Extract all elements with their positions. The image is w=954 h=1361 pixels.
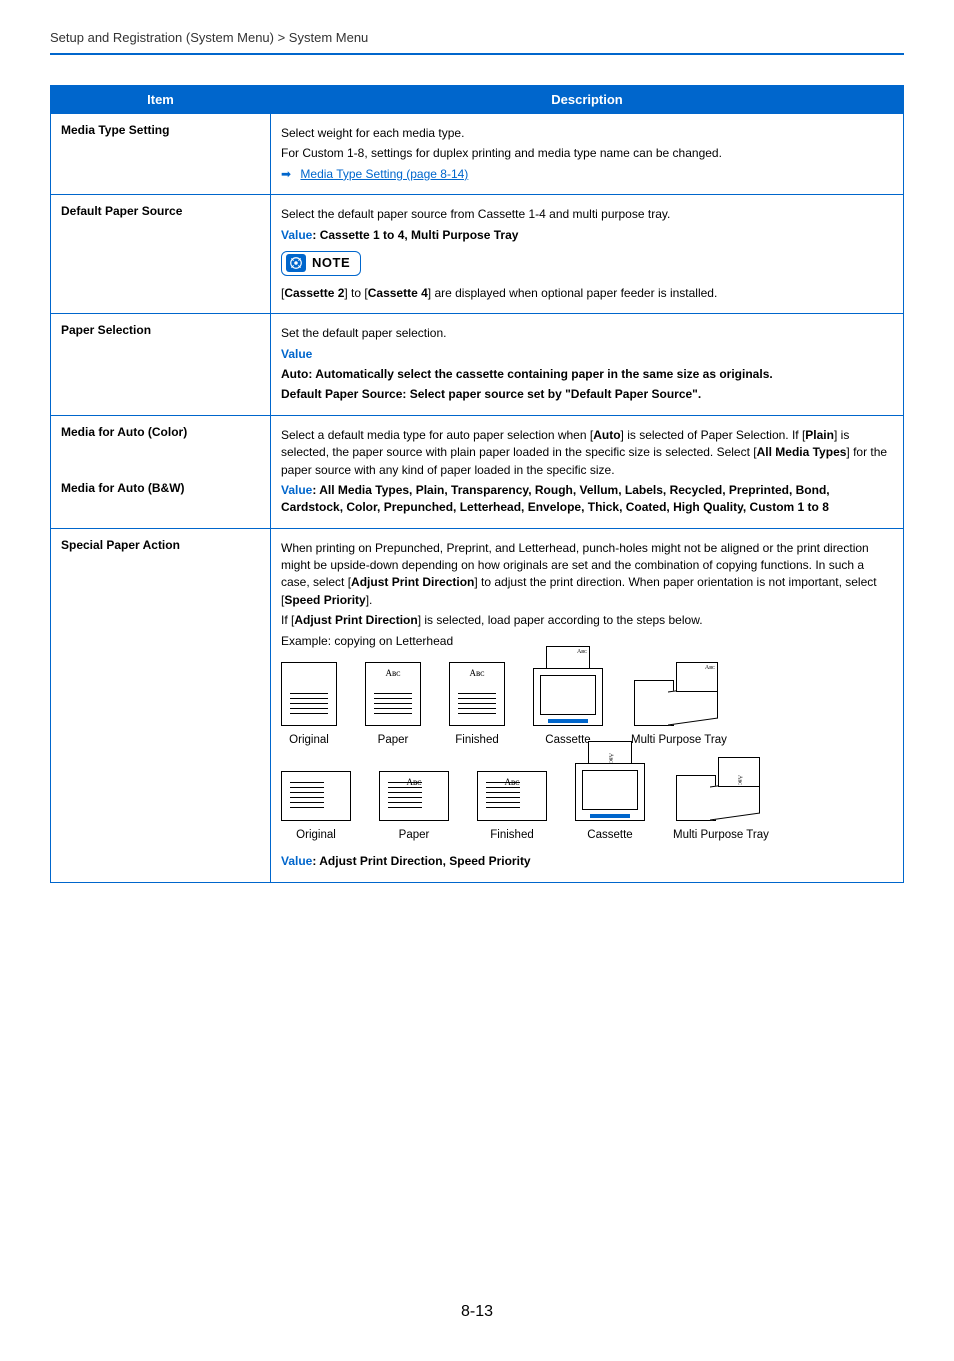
row-paper-selection: Paper Selection Set the default paper se…	[51, 314, 904, 416]
item-label: Media Type Setting	[51, 114, 271, 195]
value-label: Value	[281, 228, 312, 242]
breadcrumb: Setup and Registration (System Menu) > S…	[50, 30, 904, 53]
diagram-original: Original	[281, 662, 337, 749]
text: Select a default media type for auto pap…	[281, 427, 893, 479]
row-media-auto-color: Media for Auto (Color) Select a default …	[51, 415, 904, 471]
diagram-row-portrait: Original Aʙᴄ Paper Aʙᴄ Finished Aʙᴄ	[281, 662, 893, 749]
item-desc: Select weight for each media type. For C…	[271, 114, 904, 195]
text: Auto: Automatically select the cassette …	[281, 366, 893, 383]
row-default-paper-source: Default Paper Source Select the default …	[51, 195, 904, 314]
diagram-finished: Aʙᴄ Finished	[477, 771, 547, 844]
value-label: Value	[281, 483, 312, 497]
note-icon	[286, 254, 306, 272]
note-label: NOTE	[312, 254, 350, 273]
item-label: Media for Auto (B&W)	[51, 472, 271, 528]
text: When printing on Prepunched, Preprint, a…	[281, 540, 893, 610]
diagram-mptray: Aʙᴄ Multi Purpose Tray	[673, 761, 769, 844]
diagram-mptray: Aʙᴄ Multi Purpose Tray	[631, 666, 727, 749]
item-label: Paper Selection	[51, 314, 271, 416]
text: Default Paper Source: Select paper sourc…	[281, 386, 893, 403]
header-description: Description	[271, 86, 904, 114]
row-media-type-setting: Media Type Setting Select weight for eac…	[51, 114, 904, 195]
item-label: Special Paper Action	[51, 528, 271, 882]
header-rule	[50, 53, 904, 55]
value-text: : Adjust Print Direction, Speed Priority	[312, 854, 530, 868]
value-text: : Cassette 1 to 4, Multi Purpose Tray	[312, 228, 518, 242]
diagram-paper: Aʙᴄ Paper	[365, 662, 421, 749]
arrow-icon: ➡	[281, 167, 291, 181]
value-label: Value	[281, 854, 312, 868]
header-item: Item	[51, 86, 271, 114]
settings-table: Item Description Media Type Setting Sele…	[50, 85, 904, 883]
text: Select weight for each media type.	[281, 125, 893, 142]
item-desc: When printing on Prepunched, Preprint, a…	[271, 528, 904, 882]
text: For Custom 1-8, settings for duplex prin…	[281, 145, 893, 162]
item-desc: Set the default paper selection. Value A…	[271, 314, 904, 416]
diagram-cassette: Aʙᴄ Cassette	[575, 763, 645, 844]
item-desc: Select the default paper source from Cas…	[271, 195, 904, 314]
diagram-paper: Aʙᴄ Paper	[379, 771, 449, 844]
diagram-finished: Aʙᴄ Finished	[449, 662, 505, 749]
page-number: 8-13	[50, 1303, 904, 1321]
note-box: NOTE	[281, 251, 361, 276]
item-label: Default Paper Source	[51, 195, 271, 314]
item-label: Media for Auto (Color)	[51, 415, 271, 471]
row-special-paper-action: Special Paper Action When printing on Pr…	[51, 528, 904, 882]
diagram-cassette: Aʙᴄ Cassette	[533, 668, 603, 749]
value-text: : All Media Types, Plain, Transparency, …	[281, 483, 830, 514]
link-media-type-setting[interactable]: Media Type Setting (page 8-14)	[300, 167, 468, 181]
text: If [Adjust Print Direction] is selected,…	[281, 612, 893, 629]
value-label: Value	[281, 347, 312, 361]
text: Select the default paper source from Cas…	[281, 206, 893, 223]
diagram-row-landscape: Original Aʙᴄ Paper Aʙᴄ Finished Aʙᴄ	[281, 761, 893, 844]
item-desc: Select a default media type for auto pap…	[271, 415, 904, 528]
diagram-original: Original	[281, 771, 351, 844]
text: Set the default paper selection.	[281, 325, 893, 342]
note-text: [Cassette 2] to [Cassette 4] are display…	[281, 285, 893, 302]
